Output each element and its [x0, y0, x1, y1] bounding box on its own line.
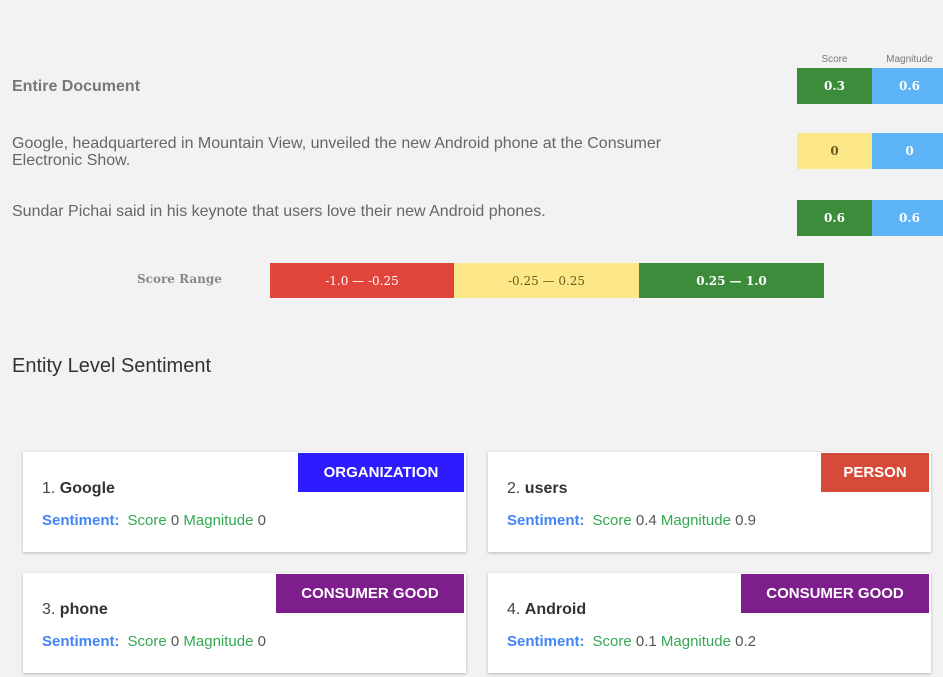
entity-card[interactable]: ORGANIZATION 1. Google Sentiment: Score 0… — [23, 452, 466, 552]
sentiment-label: Sentiment: — [507, 633, 585, 650]
score-column-header: Score — [821, 54, 848, 65]
sentence-score: 0 — [797, 133, 872, 169]
score-label: Score — [127, 512, 167, 529]
score-range-negative: -1.0 — -0.25 — [270, 263, 454, 298]
score-label: Score — [592, 512, 632, 529]
score-value: 0.4 — [635, 512, 657, 529]
magnitude-label: Magnitude — [183, 512, 254, 529]
entity-name: 1. Google — [42, 480, 115, 498]
magnitude-label: Magnitude — [183, 633, 254, 650]
entity-index: 2. — [507, 480, 521, 497]
sentence-magnitude: 0 — [872, 133, 943, 169]
score-label: Score — [127, 633, 167, 650]
magnitude-label: Magnitude — [660, 633, 731, 650]
score-range-label: Score Range — [137, 272, 222, 286]
magnitude-value: 0.2 — [735, 633, 756, 650]
entity-sentiment: Sentiment: Score 0 Magnitude 0 — [42, 633, 266, 650]
sentence-magnitude: 0.6 — [872, 200, 943, 236]
sentence-text: Sundar Pichai said in his keynote that u… — [12, 203, 546, 220]
score-value: 0 — [170, 512, 180, 529]
score-value: 0 — [170, 633, 180, 650]
entity-sentiment: Sentiment: Score 0 Magnitude 0 — [42, 512, 266, 529]
entity-name-text: Google — [59, 480, 115, 497]
score-range-positive: 0.25 — 1.0 — [639, 263, 824, 298]
entity-index: 1. — [42, 480, 56, 497]
entity-type-badge: ORGANIZATION — [298, 453, 464, 492]
entity-name: 4. Android — [507, 601, 586, 619]
magnitude-value: 0 — [257, 512, 266, 529]
document-magnitude: 0.6 — [872, 68, 943, 104]
entity-type-badge: PERSON — [821, 453, 929, 492]
entity-sentiment: Sentiment: Score 0.1 Magnitude 0.2 — [507, 633, 756, 650]
magnitude-value: 0.9 — [735, 512, 756, 529]
document-title: Entire Document — [12, 78, 141, 95]
sentiment-label: Sentiment: — [42, 633, 120, 650]
score-label: Score — [592, 633, 632, 650]
entity-card[interactable]: CONSUMER GOOD 4. Android Sentiment: Score… — [488, 573, 931, 673]
magnitude-column-header: Magnitude — [886, 54, 933, 65]
entity-index: 4. — [507, 601, 521, 618]
entity-index: 3. — [42, 601, 56, 618]
entity-name: 2. users — [507, 480, 568, 498]
entity-name-text: users — [524, 480, 568, 497]
entity-card[interactable]: PERSON 2. users Sentiment: Score 0.4 Magn… — [488, 452, 931, 552]
sentiment-label: Sentiment: — [42, 512, 120, 529]
sentence-text: Google, headquartered in Mountain View, … — [12, 135, 662, 169]
entity-name-text: phone — [59, 601, 108, 618]
entity-name: 3. phone — [42, 601, 108, 619]
score-value: 0.1 — [635, 633, 657, 650]
sentiment-label: Sentiment: — [507, 512, 585, 529]
entity-sentiment: Sentiment: Score 0.4 Magnitude 0.9 — [507, 512, 756, 529]
entity-type-badge: CONSUMER GOOD — [276, 574, 464, 613]
entity-name-text: Android — [524, 601, 587, 618]
document-score: 0.3 — [797, 68, 872, 104]
entity-card[interactable]: CONSUMER GOOD 3. phone Sentiment: Score 0… — [23, 573, 466, 673]
entity-type-badge: CONSUMER GOOD — [741, 574, 929, 613]
sentence-score: 0.6 — [797, 200, 872, 236]
entity-section-title: Entity Level Sentiment — [12, 355, 211, 377]
magnitude-value: 0 — [257, 633, 266, 650]
magnitude-label: Magnitude — [660, 512, 731, 529]
score-range-neutral: -0.25 — 0.25 — [454, 263, 639, 298]
